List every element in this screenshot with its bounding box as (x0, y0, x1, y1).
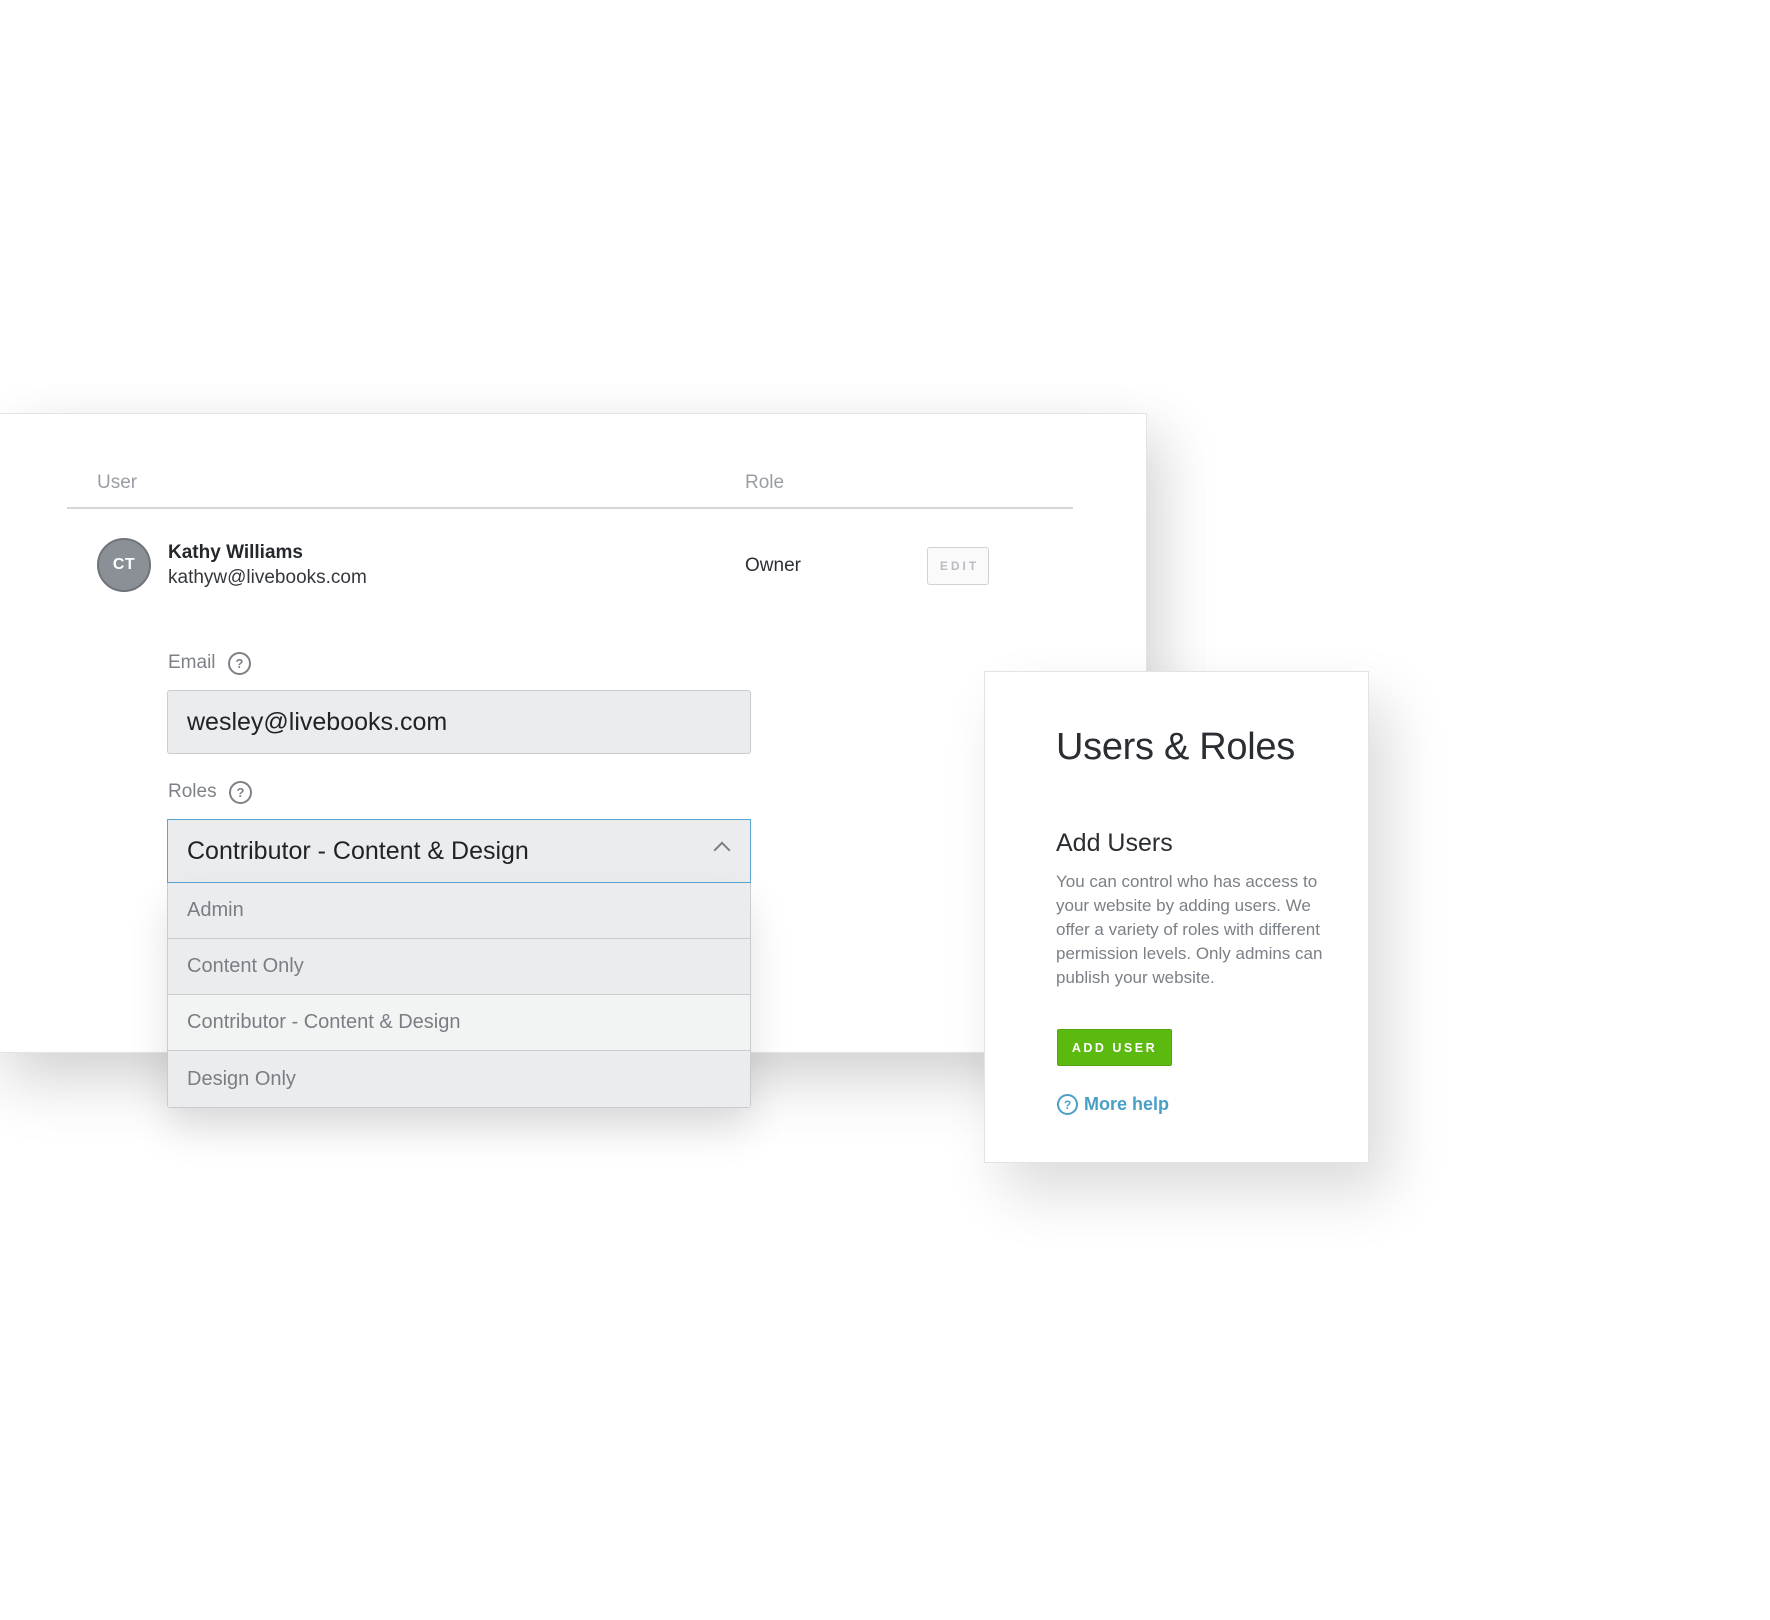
edit-button[interactable]: EDIT (927, 547, 989, 585)
user-role: Owner (745, 555, 801, 576)
roles-select[interactable]: Contributor - Content & Design (167, 819, 751, 883)
header-divider (67, 507, 1073, 509)
question-circle-icon: ? (1057, 1094, 1078, 1115)
roles-help-icon[interactable]: ? (229, 781, 252, 804)
user-email: kathyw@livebooks.com (168, 567, 367, 588)
avatar: CT (97, 538, 151, 592)
roles-select-value: Contributor - Content & Design (187, 836, 529, 865)
roles-label: Roles (168, 781, 217, 802)
more-help-label: More help (1084, 1094, 1170, 1114)
role-option-design-only[interactable]: Design Only (168, 1051, 750, 1107)
column-header-role: Role (745, 472, 785, 493)
user-name: Kathy Williams (168, 542, 303, 563)
help-panel-title: Users & Roles (1056, 726, 1295, 768)
role-option-contributor[interactable]: Contributor - Content & Design (168, 995, 750, 1051)
add-user-button[interactable]: ADD USER (1057, 1029, 1172, 1066)
role-option-admin[interactable]: Admin (168, 883, 750, 939)
chevron-up-icon (713, 841, 731, 859)
email-field[interactable]: wesley@livebooks.com (167, 690, 751, 754)
role-option-content-only[interactable]: Content Only (168, 939, 750, 995)
email-help-icon[interactable]: ? (228, 652, 251, 675)
email-label: Email (168, 652, 216, 673)
roles-options-list: Admin Content Only Contributor - Content… (167, 883, 751, 1108)
column-header-user: User (97, 472, 138, 493)
help-panel-body: You can control who has access to your w… (1056, 872, 1323, 987)
help-panel-subtitle: Add Users (1056, 829, 1173, 857)
more-help-link[interactable]: ? More help (1057, 1094, 1169, 1115)
